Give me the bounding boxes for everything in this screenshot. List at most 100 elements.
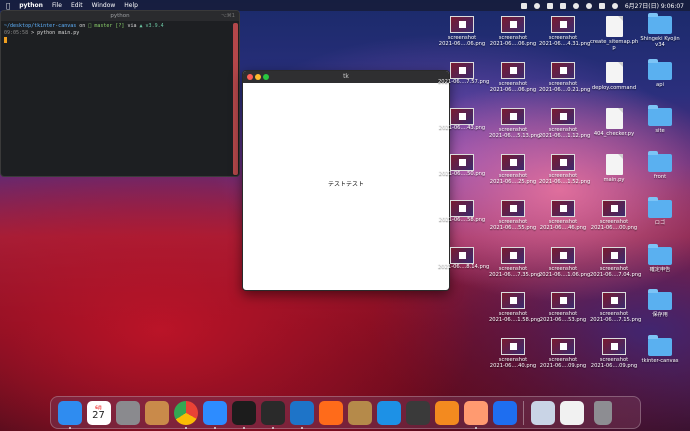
desktop-item[interactable]: screenshot 2021-06....7.04.png (590, 247, 642, 278)
desktop-item[interactable]: screenshot 2021-06....1.06.png (539, 247, 590, 278)
document-stack-icon[interactable] (559, 400, 584, 425)
finder-icon[interactable] (57, 400, 82, 429)
desktop-item[interactable]: screenshot 2021-06....40.png (489, 338, 537, 369)
chrome-icon[interactable] (173, 400, 198, 429)
menu-edit[interactable]: Edit (71, 2, 83, 9)
git-branch-icon:  (88, 23, 91, 29)
desktop-item[interactable]: screenshot 2021-06....53.png (539, 292, 587, 323)
desktop-item[interactable]: screenshot 2021-06....09.png (590, 338, 638, 369)
stocks-icon[interactable] (318, 400, 343, 425)
desktop-item-label: 確定申告 (649, 267, 671, 273)
desktop-item-label: 2021-06....0.21.png (539, 87, 591, 93)
desktop-item[interactable]: api (636, 59, 684, 88)
notes-app-icon[interactable] (463, 400, 488, 429)
control-center-icon[interactable] (598, 2, 605, 9)
desktop-item[interactable]: site (636, 105, 684, 134)
unarchiver-icon[interactable] (347, 400, 372, 425)
desktop-item[interactable]: deploy.command (590, 62, 638, 91)
desktop-item[interactable]: 2021-06....50.png (438, 154, 486, 177)
desktop-item-label: 2021-06....8.14.png (438, 264, 490, 270)
minimize-button[interactable] (255, 74, 261, 80)
desktop-item[interactable]: 保存用 (636, 289, 684, 318)
desktop-item[interactable]: screenshot 2021-06....55.png (489, 200, 537, 231)
desktop-item[interactable]: main.py (590, 154, 638, 183)
image-file-icon (551, 16, 575, 33)
running-indicator (242, 426, 245, 429)
image-file-icon (450, 108, 474, 125)
status-wifi-icon[interactable] (572, 2, 579, 9)
calendar-day: 27 (92, 409, 105, 421)
prompt-branch: master [?] (88, 23, 124, 29)
desktop-item-label: v34 (655, 42, 665, 48)
image-file-icon (501, 108, 525, 125)
siri-icon[interactable] (611, 2, 618, 9)
terminal-titlebar[interactable]: python ⌥⌘1 (1, 11, 239, 21)
desktop-item[interactable]: screenshot 2021-06....0.21.png (539, 62, 591, 93)
menu-help[interactable]: Help (124, 2, 138, 9)
terminal-window[interactable]: python ⌥⌘1 ~/desktop/tkinter-canvas on … (0, 10, 240, 177)
status-record-icon[interactable] (533, 2, 540, 9)
spotlight-icon[interactable] (585, 2, 592, 9)
zoom-icon[interactable] (202, 400, 227, 429)
desktop-item[interactable]: screenshot 2021-06....06.png (489, 62, 537, 93)
close-button[interactable] (247, 74, 253, 80)
tk-titlebar[interactable]: tk (243, 71, 449, 83)
terminal-scrollbar[interactable] (233, 23, 238, 175)
desktop-item[interactable]: 確定申告 (636, 244, 684, 273)
menu-file[interactable]: File (52, 2, 62, 9)
desktop-item[interactable]: screenshot 2021-06....06.png (489, 16, 537, 47)
desktop-item[interactable]: screenshot 2021-06....7.15.png (590, 292, 641, 323)
desktop-item[interactable]: create_sitemap.ph p (590, 16, 638, 51)
apple-icon[interactable]:  (6, 2, 10, 10)
image-file-icon (551, 247, 575, 264)
docker-icon[interactable] (376, 400, 401, 425)
activity-monitor-icon[interactable] (231, 400, 256, 429)
status-bluetooth-icon[interactable] (559, 2, 566, 9)
sourcetree-icon[interactable] (434, 400, 459, 425)
desktop-item-label: 2021-06....1.58.png (489, 317, 541, 323)
tk-window[interactable]: tk テストテスト (242, 70, 450, 291)
desktop-item-label: 2021-06....5.13.png (489, 133, 541, 139)
terminal-output[interactable]: ~/desktop/tkinter-canvas on  master [?]… (1, 21, 239, 48)
menu-window[interactable]: Window (92, 2, 116, 9)
image-file-icon (602, 247, 626, 264)
desktop-item[interactable]: screenshot 2021-06....25.png (489, 154, 537, 185)
infinity-icon[interactable] (492, 400, 517, 425)
desktop-item[interactable]: 2021-06....7.57.png (438, 62, 489, 85)
desktop-item[interactable]: screenshot 2021-06....4.31.png (539, 16, 590, 47)
desktop-item[interactable]: screenshot 2021-06....46.png (539, 200, 587, 231)
calendar-icon[interactable]: 6月 27 (86, 400, 111, 425)
menubar-clock[interactable]: 6月27日(日) 9:06:07 (625, 1, 684, 10)
trash-icon[interactable] (594, 400, 612, 425)
desktop-item[interactable]: Shingeki Kyojin v34 (636, 13, 684, 48)
desktop-item[interactable]: 2021-06....43.png (438, 108, 486, 131)
desktop-item[interactable]: ロゴ (636, 197, 684, 226)
menu-app-name[interactable]: python (19, 2, 43, 9)
desktop-item[interactable]: 2021-06....58.png (438, 200, 486, 223)
desktop-item[interactable]: screenshot 2021-06....7.35.png (489, 247, 540, 278)
terminal-icon[interactable] (260, 400, 285, 429)
desktop-item-label: 2021-06....7.04.png (590, 272, 642, 278)
status-app-icon[interactable] (520, 2, 527, 9)
zoom-button[interactable] (263, 74, 269, 80)
desktop-item[interactable]: screenshot 2021-06....1.58.png (489, 292, 541, 323)
desktop-item[interactable]: 404_checker.py (590, 108, 638, 137)
desktop-item[interactable]: front (636, 151, 684, 180)
desktop-item[interactable]: screenshot 2021-06....06.png (438, 16, 486, 47)
desktop-item[interactable]: screenshot 2021-06....00.png (590, 200, 638, 231)
contacts-icon[interactable] (144, 400, 169, 425)
system-preferences-icon[interactable] (115, 400, 140, 425)
status-cloud-icon[interactable] (546, 2, 553, 9)
desktop-item[interactable]: screenshot 2021-06....09.png (539, 338, 587, 369)
terminal-shortcut: ⌥⌘1 (221, 13, 235, 19)
desktop-item[interactable]: 2021-06....8.14.png (438, 247, 490, 270)
desktop-item-label: 2021-06....1.12.png (539, 133, 591, 139)
preview-stack-icon[interactable] (530, 400, 555, 425)
desktop-item[interactable]: tkinter-canvas (636, 335, 684, 364)
desktop-item[interactable]: screenshot 2021-06....1.52.png (539, 154, 590, 185)
quicktime-icon[interactable] (405, 400, 430, 425)
desktop-item[interactable]: screenshot 2021-06....5.13.png (489, 108, 541, 139)
desktop-item[interactable]: screenshot 2021-06....1.12.png (539, 108, 591, 139)
folder-icon (648, 59, 672, 80)
vscode-icon[interactable] (289, 400, 314, 429)
